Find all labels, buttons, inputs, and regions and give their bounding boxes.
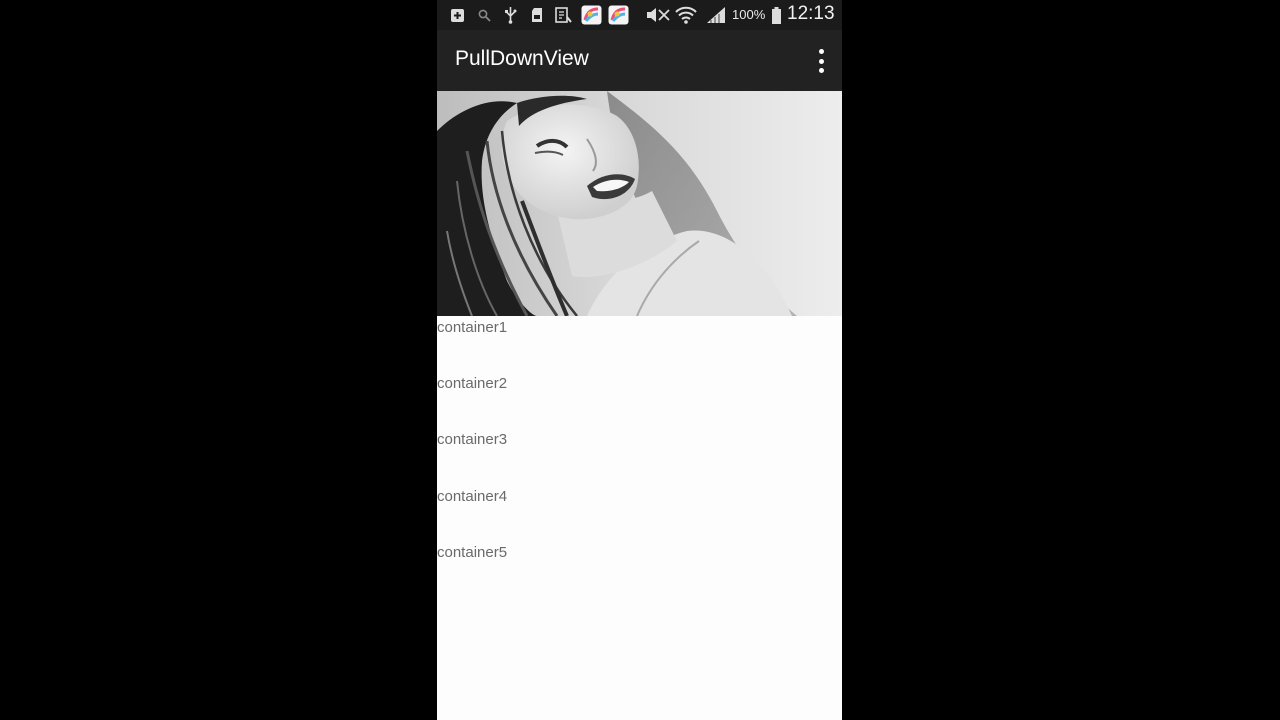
phone-screen: 100% 12:13 PullDownView container1 conta… [437,0,842,720]
list-item: container2 [437,372,842,428]
list-item: container1 [437,316,842,372]
app-icon [581,5,602,25]
container-label: container2 [437,375,508,393]
status-clock: 12:13 [787,3,835,24]
photo-header-image [437,91,842,316]
usb-icon [503,5,517,25]
overflow-menu-button[interactable] [814,49,828,73]
more-vert-icon [818,68,824,73]
container-label: container5 [437,543,508,561]
notification-icon [449,5,465,25]
sd-card-icon [530,5,544,25]
container-label: container3 [437,431,508,449]
container-label: container4 [437,487,508,505]
battery-icon [771,5,781,25]
container-list: container1 container2 container3 contain… [437,316,842,597]
app-icon [608,5,629,25]
mute-icon [645,5,671,25]
action-bar: PullDownView [437,30,842,91]
wifi-icon [675,5,697,25]
app-title: PullDownView [455,47,589,70]
screenshot-icon [555,5,573,25]
status-bar: 100% 12:13 [437,0,842,30]
container-label: container1 [437,319,508,336]
list-item: container4 [437,485,842,541]
more-vert-icon [818,49,824,54]
search-icon [477,5,491,25]
more-vert-icon [818,58,824,64]
list-item: container3 [437,428,842,484]
battery-percent: 100% [732,7,766,22]
signal-icon [705,5,727,25]
list-item: container5 [437,541,842,597]
